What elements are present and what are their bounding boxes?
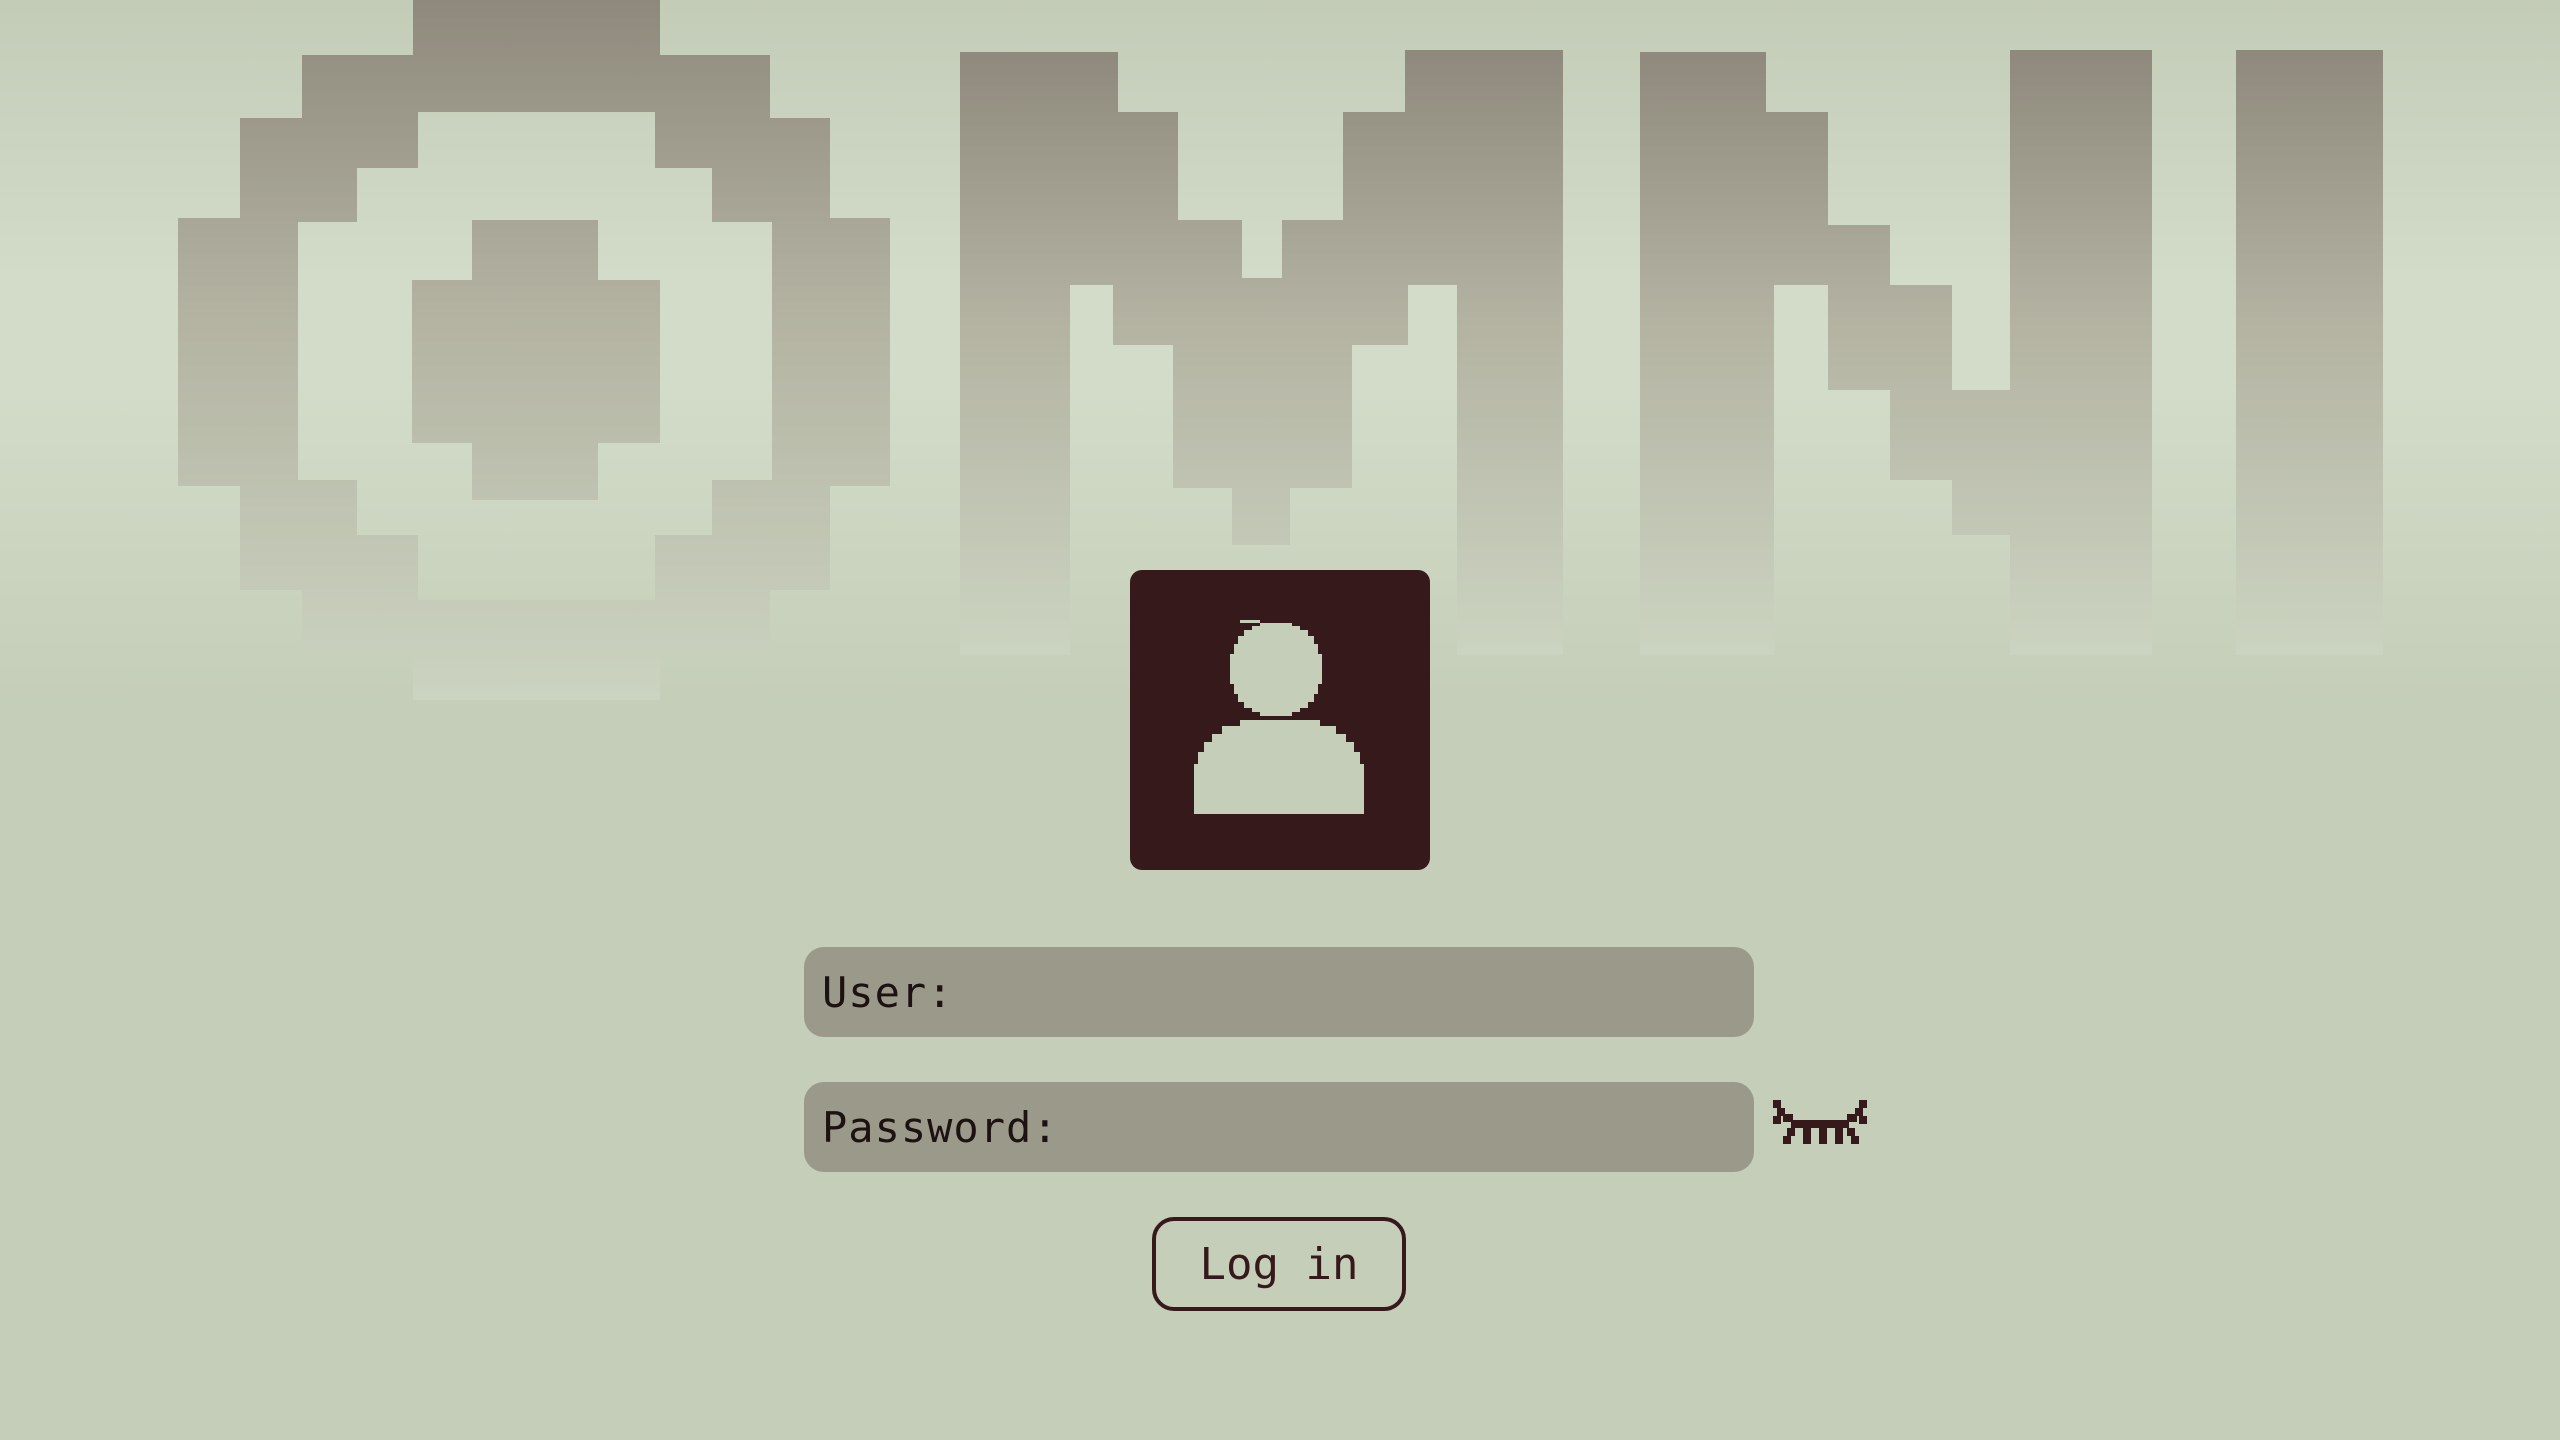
user-input[interactable]	[953, 956, 1754, 1028]
user-avatar	[1130, 570, 1430, 870]
user-label: User:	[822, 967, 954, 1017]
user-icon	[1194, 620, 1364, 814]
login-button[interactable]: Log in	[1152, 1217, 1406, 1311]
eye-closed-icon[interactable]	[1773, 1100, 1867, 1154]
password-input[interactable]	[1058, 1091, 1754, 1163]
password-field[interactable]: Password:	[804, 1082, 1754, 1172]
password-label: Password:	[822, 1102, 1059, 1152]
user-field[interactable]: User:	[804, 947, 1754, 1037]
